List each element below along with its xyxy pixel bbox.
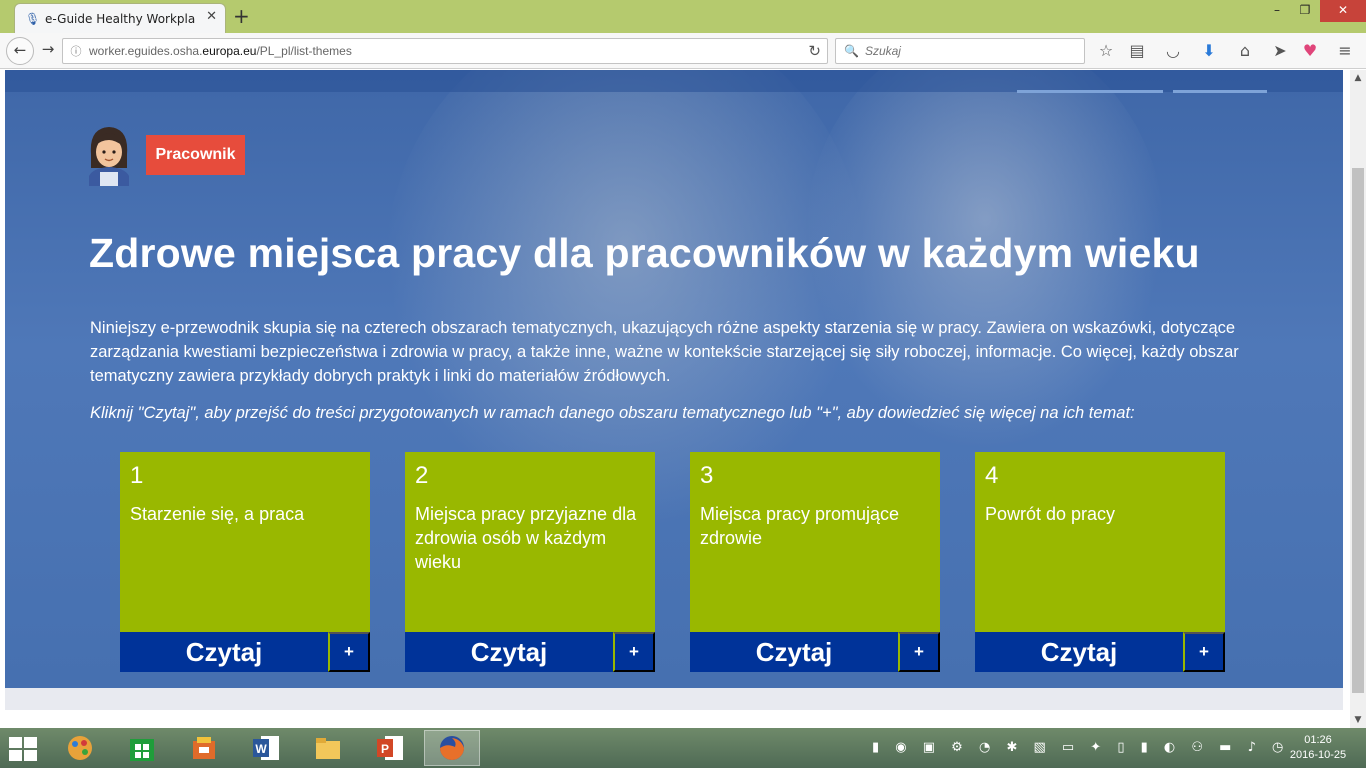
minimize-button[interactable]: – <box>1262 0 1292 22</box>
read-button[interactable]: Czytaj <box>975 632 1183 672</box>
theme-number: 3 <box>700 462 714 489</box>
clock-date: 2016-10-25 <box>1289 749 1347 761</box>
folder-icon <box>316 738 340 759</box>
url-prefix: worker.eguides.osha. <box>89 44 203 58</box>
reload-icon[interactable]: ↻ <box>808 42 821 60</box>
pocket-icon[interactable]: ◡ <box>1163 41 1183 60</box>
forward-button[interactable]: → <box>34 37 62 65</box>
new-tab-button[interactable]: + <box>233 4 250 28</box>
clock-time: 01:26 <box>1304 734 1332 746</box>
page-scrollbar[interactable]: ▲ ▼ <box>1350 70 1366 728</box>
powerpoint-icon: P <box>377 736 403 760</box>
system-tray-icons[interactable]: ▮ ◉ ▣ ⚙ ◔ ✱ ▧ ▭ ✦ ▯ ▮ ◐ ⚇ ▬ ♪ ◷ <box>872 740 1289 755</box>
reading-list-icon[interactable]: ▤ <box>1127 41 1147 60</box>
hero-nav-indicator <box>1017 90 1163 93</box>
theme-title: Miejsca pracy promujące zdrowie <box>700 504 900 548</box>
page-content: Pracownik Zdrowe miejsca pracy dla praco… <box>0 70 1350 728</box>
close-window-button[interactable]: ✕ <box>1320 0 1366 22</box>
toolbox-icon <box>193 737 215 759</box>
address-bar[interactable]: ⓘ worker.eguides.osha.europa.eu/PL_pl/li… <box>62 38 828 64</box>
theme-number: 1 <box>130 462 144 489</box>
more-info-button[interactable]: + <box>1183 632 1225 672</box>
theme-card-2: 2 Miejsca pracy przyjazne dla zdrowia os… <box>405 452 655 672</box>
store-icon <box>130 739 154 761</box>
taskbar-app-explorer[interactable] <box>300 730 356 766</box>
taskbar-clock[interactable]: 01:26 2016-10-25 <box>1288 733 1348 763</box>
windows-start-icon[interactable] <box>8 736 38 762</box>
firefox-icon <box>440 736 464 760</box>
theme-title: Starzenie się, a praca <box>130 504 305 524</box>
bookmark-star-icon[interactable]: ☆ <box>1096 41 1116 60</box>
taskbar-app-tool[interactable] <box>176 730 232 766</box>
read-button[interactable]: Czytaj <box>120 632 328 672</box>
hero-section: Pracownik Zdrowe miejsca pracy dla praco… <box>5 70 1343 688</box>
more-info-button[interactable]: + <box>328 632 370 672</box>
theme-card-3: 3 Miejsca pracy promujące zdrowie Czytaj… <box>690 452 940 672</box>
theme-number: 2 <box>415 462 429 489</box>
scroll-up-icon[interactable]: ▲ <box>1350 70 1366 86</box>
svg-text:W: W <box>255 742 267 756</box>
theme-card-body: 2 Miejsca pracy przyjazne dla zdrowia os… <box>405 452 655 632</box>
theme-card-4: 4 Powrót do pracy Czytaj + <box>975 452 1225 672</box>
heart-icon[interactable]: ♥ <box>1300 41 1320 60</box>
worker-avatar-icon <box>89 127 129 186</box>
tab-title: e-Guide Healthy Workplac... <box>45 11 195 26</box>
navigation-toolbar: ← → ⓘ worker.eguides.osha.europa.eu/PL_p… <box>0 33 1366 69</box>
page-lower-section <box>5 688 1343 710</box>
send-icon[interactable]: ➤ <box>1270 41 1290 60</box>
theme-card-body: 4 Powrót do pracy <box>975 452 1225 632</box>
hero-nav-indicator-2 <box>1173 90 1267 93</box>
theme-card-body: 1 Starzenie się, a praca <box>120 452 370 632</box>
url-domain: europa.eu <box>202 44 257 58</box>
windows-taskbar: W P ▮ ◉ ▣ ⚙ ◔ ✱ ▧ ▭ ✦ ▯ ▮ ◐ ⚇ ▬ ♪ ◷ 01:2… <box>0 728 1366 768</box>
instruction-text: Kliknij "Czytaj", aby przejść do treści … <box>90 404 1135 422</box>
more-info-button[interactable]: + <box>613 632 655 672</box>
arrow-left-icon: ← <box>13 41 27 59</box>
theme-card-body: 3 Miejsca pracy promujące zdrowie <box>690 452 940 632</box>
taskbar-app-paint[interactable] <box>52 730 108 766</box>
theme-title: Miejsca pracy przyjazne dla zdrowia osób… <box>415 504 637 572</box>
read-button[interactable]: Czytaj <box>405 632 613 672</box>
search-box[interactable]: 🔍 <box>835 38 1085 64</box>
paint-icon <box>68 736 92 760</box>
scroll-down-icon[interactable]: ▼ <box>1350 712 1366 728</box>
word-icon: W <box>253 736 279 760</box>
url-path: /PL_pl/list-themes <box>256 44 352 58</box>
page-title: Zdrowe miejsca pracy dla pracowników w k… <box>89 230 1200 276</box>
menu-icon[interactable]: ≡ <box>1335 41 1355 60</box>
search-icon: 🔍 <box>844 44 859 58</box>
url-text: worker.eguides.osha.europa.eu/PL_pl/list… <box>89 44 352 58</box>
browser-tab[interactable]: 🎙 e-Guide Healthy Workplac... ✕ <box>14 3 226 33</box>
more-info-button[interactable]: + <box>898 632 940 672</box>
intro-paragraph: Niniejszy e-przewodnik skupia się na czt… <box>90 319 1239 385</box>
restore-button[interactable]: ❐ <box>1290 0 1320 22</box>
scroll-thumb[interactable] <box>1352 168 1364 693</box>
hero-top-strip <box>5 70 1343 92</box>
downloads-icon[interactable]: ⬇ <box>1199 41 1219 60</box>
theme-card-1: 1 Starzenie się, a praca Czytaj + <box>120 452 370 672</box>
arrow-right-icon: → <box>41 40 55 58</box>
read-button[interactable]: Czytaj <box>690 632 898 672</box>
back-button[interactable]: ← <box>6 37 34 65</box>
taskbar-app-powerpoint[interactable]: P <box>362 730 418 766</box>
taskbar-app-firefox[interactable] <box>424 730 480 766</box>
microphone-icon: 🎙 <box>25 11 41 26</box>
search-input[interactable] <box>864 44 1065 58</box>
browser-titlebar: 🎙 e-Guide Healthy Workplac... ✕ + – ❐ ✕ <box>0 0 1366 33</box>
role-badge[interactable]: Pracownik <box>146 135 245 175</box>
info-icon[interactable]: ⓘ <box>63 43 89 59</box>
taskbar-app-word[interactable]: W <box>238 730 294 766</box>
svg-text:P: P <box>381 742 389 756</box>
theme-title: Powrót do pracy <box>985 504 1116 524</box>
taskbar-app-store[interactable] <box>114 730 170 766</box>
close-tab-icon[interactable]: ✕ <box>206 9 217 24</box>
home-icon[interactable]: ⌂ <box>1235 41 1255 60</box>
theme-number: 4 <box>985 462 999 489</box>
